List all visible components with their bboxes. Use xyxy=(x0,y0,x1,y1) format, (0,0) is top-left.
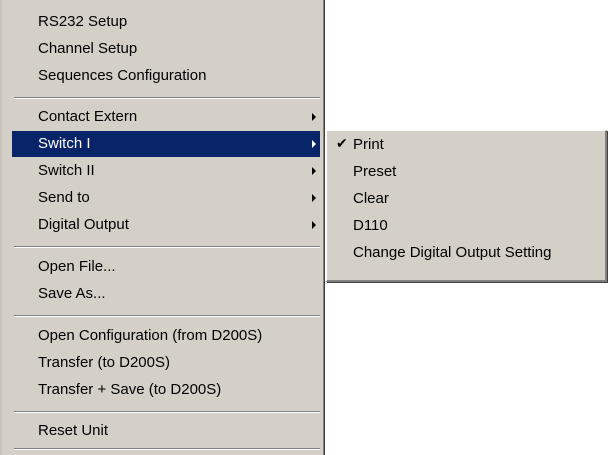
menu-item-label: Open File... xyxy=(38,258,116,275)
menu-item-label: Transfer + Save (to D200S) xyxy=(38,381,222,398)
submenu-arrow-icon xyxy=(312,113,316,121)
submenu-item-d110[interactable]: D110 xyxy=(329,212,603,239)
submenu-arrow-icon xyxy=(312,221,316,229)
menu-item-label: Channel Setup xyxy=(38,40,138,57)
menu-item-label: Switch I xyxy=(38,135,91,152)
menu-item-label: Digital Output xyxy=(38,216,129,233)
submenu-item-label: Clear xyxy=(353,190,389,207)
submenu-arrow-icon xyxy=(312,140,316,148)
submenu-item-label: Change Digital Output Setting xyxy=(353,244,552,261)
screen: RS232 Setup Channel Setup Sequences Conf… xyxy=(0,0,608,455)
menu-item-send-to[interactable]: Send to xyxy=(12,185,320,211)
menu-item-switch-i[interactable]: Switch I xyxy=(12,131,320,157)
menu-item-label: Open Configuration (from D200S) xyxy=(38,327,263,344)
menu-item-digital-output[interactable]: Digital Output xyxy=(12,212,320,238)
menu-item-sequences-configuration[interactable]: Sequences Configuration xyxy=(12,63,320,89)
menu-item-channel-setup[interactable]: Channel Setup xyxy=(12,36,320,62)
menu-item-label: Switch II xyxy=(38,162,95,179)
menu-item-contact-extern[interactable]: Contact Extern xyxy=(12,104,320,130)
menu-item-transfer[interactable]: Transfer (to D200S) xyxy=(12,350,320,376)
submenu-arrow-icon xyxy=(312,194,316,202)
submenu-item-change-digital-output-setting[interactable]: Change Digital Output Setting xyxy=(329,239,603,266)
submenu-item-clear[interactable]: Clear xyxy=(329,185,603,212)
menu-item-label: Reset Unit xyxy=(38,422,109,439)
submenu-item-preset[interactable]: Preset xyxy=(329,158,603,185)
switch-i-submenu: ✔ Print Preset Clear D110 Change Digital… xyxy=(326,130,607,282)
menu-item-transfer-save[interactable]: Transfer + Save (to D200S) xyxy=(12,377,320,403)
menu-item-label: RS232 Setup xyxy=(38,13,128,30)
menu-item-save-as[interactable]: Save As... xyxy=(12,281,320,307)
submenu-arrow-icon xyxy=(312,167,316,175)
menu-item-label: Sequences Configuration xyxy=(38,67,207,84)
checkmark-icon: ✔ xyxy=(336,136,348,152)
menu-item-label: Save As... xyxy=(38,285,106,302)
menu-item-label: Send to xyxy=(38,189,90,206)
menu-separator xyxy=(14,448,320,450)
menu-item-rs232-setup[interactable]: RS232 Setup xyxy=(12,9,320,35)
submenu-item-label: Preset xyxy=(353,163,397,180)
submenu-item-label: Print xyxy=(353,136,384,153)
menu-item-reset-unit[interactable]: Reset Unit xyxy=(12,418,320,444)
main-context-menu: RS232 Setup Channel Setup Sequences Conf… xyxy=(0,0,325,455)
menu-item-label: Contact Extern xyxy=(38,108,138,125)
menu-item-switch-ii[interactable]: Switch II xyxy=(12,158,320,184)
menu-separator xyxy=(14,246,320,248)
menu-item-open-file[interactable]: Open File... xyxy=(12,254,320,280)
menu-separator xyxy=(14,411,320,413)
menu-item-open-configuration[interactable]: Open Configuration (from D200S) xyxy=(12,323,320,349)
menu-separator xyxy=(14,315,320,317)
menu-item-label: Transfer (to D200S) xyxy=(38,354,170,371)
menu-separator xyxy=(14,97,320,99)
submenu-item-label: D110 xyxy=(353,217,388,234)
submenu-item-print[interactable]: ✔ Print xyxy=(329,131,603,158)
